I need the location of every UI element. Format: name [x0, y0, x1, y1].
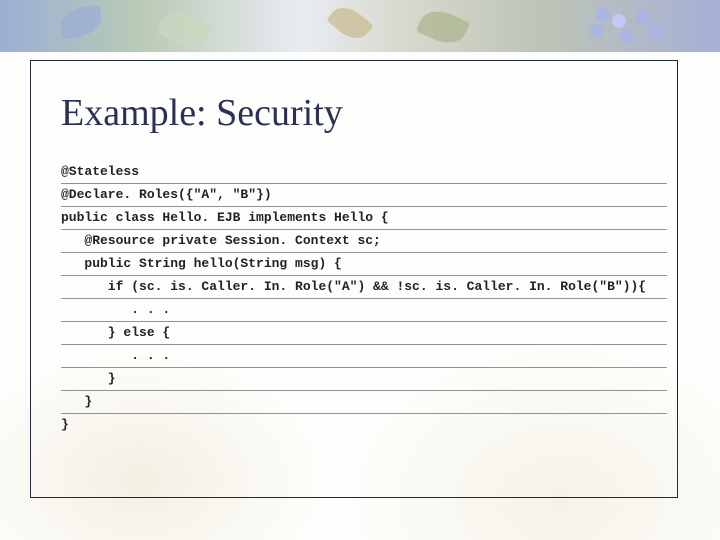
code-line: public class Hello. EJB implements Hello… [61, 207, 667, 230]
leaf-icon [416, 4, 470, 51]
content-frame: Example: Security @Stateless @Declare. R… [30, 60, 678, 498]
code-line: public String hello(String msg) { [61, 253, 667, 276]
code-block: @Stateless @Declare. Roles({"A", "B"}) p… [61, 161, 667, 436]
code-line: . . . [61, 299, 667, 322]
code-line: @Declare. Roles({"A", "B"}) [61, 184, 667, 207]
code-line: } [61, 391, 667, 414]
leaf-icon [326, 0, 373, 46]
slide-title: Example: Security [61, 91, 343, 135]
code-line: @Stateless [61, 161, 667, 184]
code-line: . . . [61, 345, 667, 368]
slide: Example: Security @Stateless @Declare. R… [0, 0, 720, 540]
flower-icon [590, 4, 710, 48]
code-line: } [61, 368, 667, 391]
code-line: } [61, 414, 667, 436]
code-line: } else { [61, 322, 667, 345]
code-line: if (sc. is. Caller. In. Role("A") && !sc… [61, 276, 667, 299]
leaf-icon [58, 5, 104, 40]
decorative-top-band [0, 0, 720, 52]
leaf-icon [156, 5, 212, 52]
code-line: @Resource private Session. Context sc; [61, 230, 667, 253]
